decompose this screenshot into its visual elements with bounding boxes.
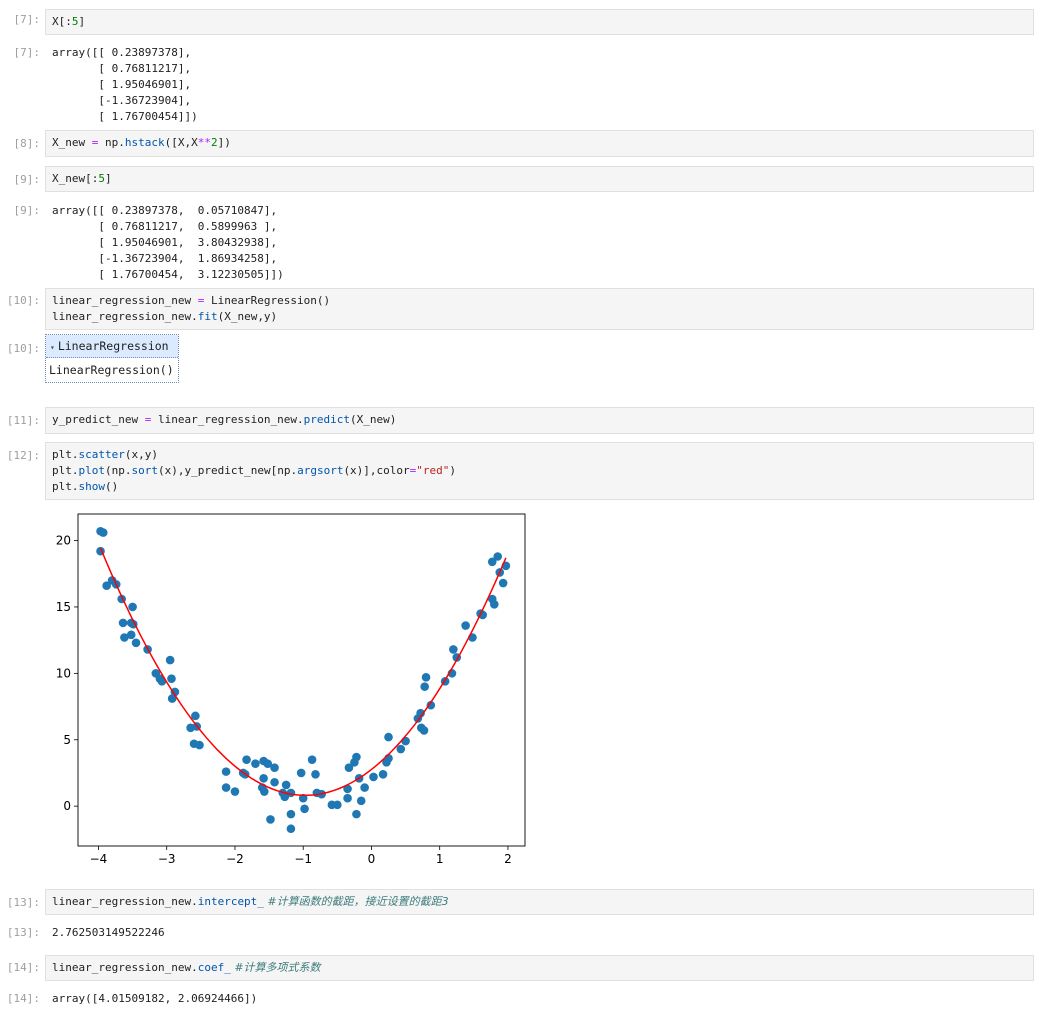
code-cell-13[interactable]: linear_regression_new.intercept_ #计算函数的截… bbox=[45, 889, 1034, 915]
x-tick-label: −1 bbox=[294, 852, 312, 866]
scatter-point bbox=[131, 638, 141, 648]
y-tick-label: 10 bbox=[56, 666, 71, 680]
code-cell-8[interactable]: X_new = np.hstack([X,X**2]) bbox=[45, 130, 1034, 157]
scatter-point bbox=[360, 783, 369, 792]
output-array-7: array([[ 0.23897378], [ 0.76811217], [ 1… bbox=[52, 46, 198, 123]
scatter-point bbox=[195, 740, 204, 750]
scatter-point bbox=[259, 773, 268, 783]
scatter-point bbox=[296, 768, 306, 778]
scatter-point bbox=[286, 824, 296, 834]
scatter-point bbox=[165, 655, 175, 665]
input-prompt: [13]: bbox=[6, 896, 40, 909]
estimator-header[interactable]: ▾ LinearRegression bbox=[46, 335, 178, 358]
scatter-point bbox=[266, 815, 275, 824]
scatter-point bbox=[493, 552, 503, 561]
scatter-point bbox=[300, 804, 309, 814]
code-cell-14[interactable]: linear_regression_new.coef_ #计算多项式系数 bbox=[45, 955, 1034, 981]
input-prompt: [9]: bbox=[13, 173, 41, 186]
scatter-point bbox=[307, 755, 317, 764]
output-prompt: [7]: bbox=[13, 46, 41, 59]
x-tick-label: −2 bbox=[226, 852, 244, 866]
scatter-point bbox=[461, 621, 470, 630]
y-tick-label: 20 bbox=[56, 534, 71, 548]
scatter-point bbox=[221, 767, 231, 776]
scatter-point bbox=[419, 726, 429, 735]
scatter-point bbox=[286, 809, 296, 819]
output-prompt: [9]: bbox=[13, 204, 41, 217]
scatter-point bbox=[498, 578, 508, 588]
input-prompt: [8]: bbox=[13, 137, 41, 150]
scatter-point bbox=[401, 736, 410, 746]
scatter-point bbox=[421, 673, 431, 682]
code-cell-12[interactable]: plt.scatter(x,y) plt.plot(np.sort(x),y_pr… bbox=[45, 442, 1034, 500]
scatter-point bbox=[311, 769, 320, 779]
code-cell-9[interactable]: X_new[:5] bbox=[45, 166, 1034, 192]
scatter-point bbox=[118, 618, 128, 628]
output-prompt: [10]: bbox=[6, 342, 40, 355]
y-tick-label: 0 bbox=[63, 799, 71, 813]
scatter-point bbox=[126, 630, 136, 640]
scatter-point bbox=[251, 759, 260, 768]
output-array-14: array([4.01509182, 2.06924466]) bbox=[52, 992, 258, 1005]
input-prompt: [10]: bbox=[6, 294, 40, 307]
input-prompt: [11]: bbox=[6, 414, 40, 427]
input-prompt: [12]: bbox=[6, 449, 40, 462]
scatter-point bbox=[260, 787, 269, 796]
scatter-point bbox=[378, 769, 388, 779]
scatter-point bbox=[270, 763, 279, 772]
estimator-title: LinearRegression bbox=[57, 339, 169, 353]
output-array-9: array([[ 0.23897378, 0.05710847], [ 0.76… bbox=[52, 204, 284, 281]
input-prompt: [7]: bbox=[13, 13, 41, 26]
x-tick-label: −4 bbox=[90, 852, 108, 866]
scatter-point bbox=[242, 755, 251, 764]
x-tick-label: −3 bbox=[158, 852, 176, 866]
scatter-point bbox=[356, 796, 366, 806]
estimator-widget[interactable]: ▾ LinearRegression LinearRegression() bbox=[45, 334, 179, 383]
input-prompt: [14]: bbox=[6, 961, 40, 974]
scatter-point bbox=[270, 777, 279, 787]
scatter-point bbox=[343, 793, 352, 803]
output-value-13: 2.762503149522246 bbox=[52, 926, 165, 939]
scatter-point bbox=[98, 528, 108, 537]
scatter-plot: −4 −3 −2 −1 0 1 2 0 5 10 15 20 bbox=[45, 508, 535, 871]
x-tick-label: 0 bbox=[368, 852, 376, 866]
scatter-point bbox=[420, 682, 429, 691]
scatter-point bbox=[384, 732, 393, 742]
scatter-point bbox=[221, 783, 231, 792]
scatter-point bbox=[352, 809, 361, 819]
scatter-point bbox=[230, 787, 240, 796]
x-tick-label: 1 bbox=[436, 852, 444, 866]
output-prompt: [14]: bbox=[6, 992, 40, 1005]
scatter-point bbox=[369, 772, 378, 782]
y-tick-label: 15 bbox=[56, 600, 71, 614]
x-tick-label: 2 bbox=[504, 852, 512, 866]
code-cell-7[interactable]: X[:5] bbox=[45, 9, 1034, 35]
scatter-point bbox=[449, 645, 458, 654]
fit-line bbox=[99, 547, 507, 797]
code-cell-11[interactable]: y_predict_new = linear_regression_new.pr… bbox=[45, 407, 1034, 434]
output-prompt: [13]: bbox=[6, 926, 40, 939]
estimator-repr: LinearRegression() bbox=[49, 363, 174, 377]
scatter-point bbox=[167, 674, 176, 683]
plot-canvas: −4 −3 −2 −1 0 1 205101520 bbox=[56, 513, 526, 866]
scatter-point bbox=[333, 800, 342, 810]
y-tick-label: 5 bbox=[63, 733, 71, 747]
scatter-point bbox=[352, 752, 361, 762]
scatter-point bbox=[281, 780, 291, 790]
scatter-point bbox=[489, 600, 499, 609]
scatter-point bbox=[128, 602, 137, 612]
scatter-point bbox=[191, 711, 200, 721]
scatter-point bbox=[396, 744, 406, 754]
chevron-down-icon: ▾ bbox=[50, 343, 55, 352]
code-cell-10[interactable]: linear_regression_new = LinearRegression… bbox=[45, 288, 1034, 330]
